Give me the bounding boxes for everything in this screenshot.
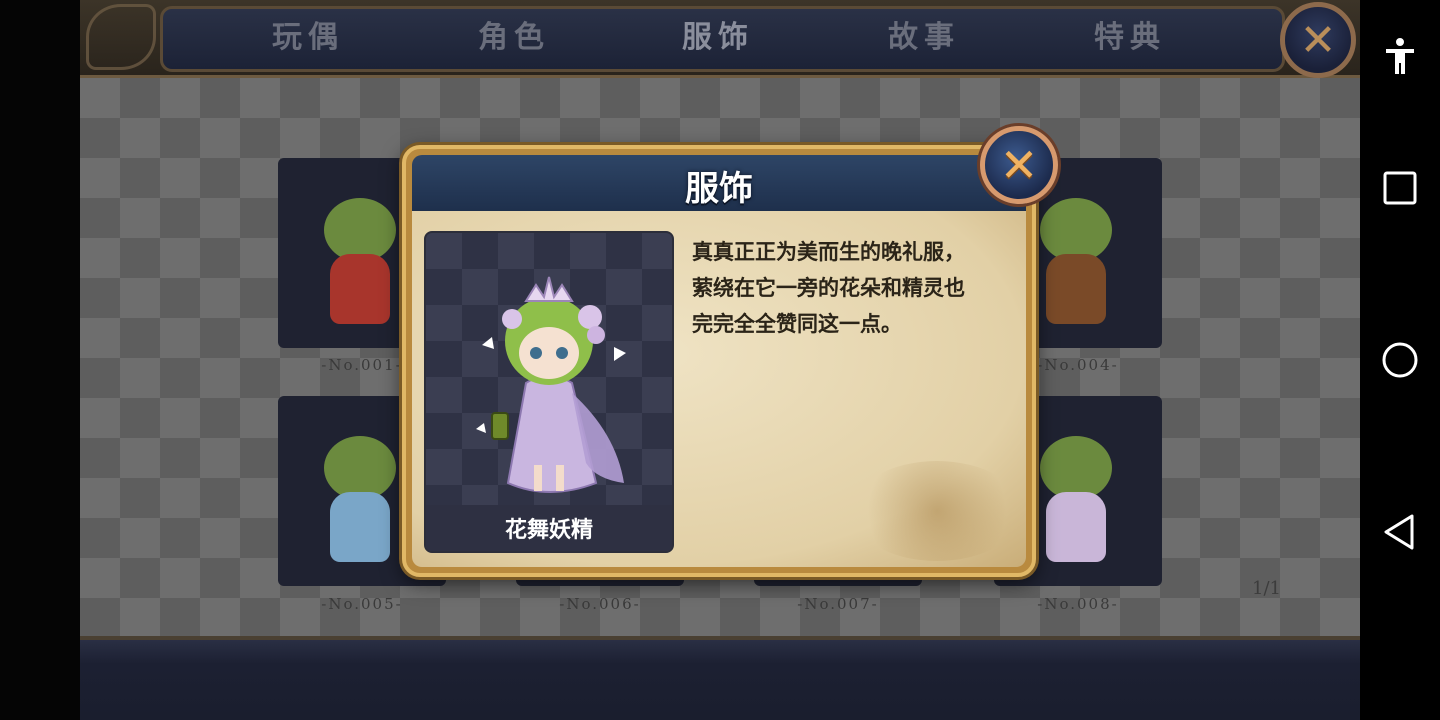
tab-bar: 玩偶 角色 服饰 故事 特典 ✕ — [80, 0, 1360, 78]
costume-thumbnail-body — [1046, 492, 1106, 562]
tab-dolls[interactable]: 玩偶 — [228, 18, 388, 58]
dialog-close-button[interactable]: ✕ — [980, 126, 1058, 204]
costume-thumbnail-body — [1046, 254, 1106, 324]
tab-costumes[interactable]: 服饰 — [638, 18, 798, 58]
costume-thumbnail-body — [330, 492, 390, 562]
close-button[interactable]: ✕ — [1280, 2, 1356, 78]
costume-thumbnail-body — [330, 254, 390, 324]
system-nav-bar — [1360, 0, 1440, 720]
costume-thumbnail-head — [324, 198, 396, 262]
costume-number: -No.007- — [797, 595, 879, 613]
page-indicator: 1/1 — [1252, 578, 1281, 599]
tab-stories[interactable]: 故事 — [844, 18, 1004, 58]
costume-name: 花舞妖精 — [504, 518, 593, 543]
costume-portrait: 花舞妖精 — [424, 231, 674, 553]
costume-illustration — [476, 276, 626, 493]
recents-icon[interactable] — [1378, 166, 1422, 210]
tab-characters[interactable]: 角色 — [434, 18, 594, 58]
costume-number: -No.005- — [321, 595, 403, 613]
description-line: 真真正正为美而生的晚礼服， — [692, 240, 965, 264]
left-letterbox — [0, 0, 80, 720]
bottom-bar — [80, 636, 1360, 720]
costume-name-bar: 花舞妖精 — [426, 505, 672, 551]
description-line: 完完全全赞同这一点。 — [692, 312, 902, 336]
dialog-header: 服饰 — [412, 155, 1026, 215]
costume-description: 真真正正为美而生的晚礼服， 萦绕在它一旁的花朵和精灵也 完完全全赞同这一点。 — [692, 234, 1012, 342]
costume-number: -No.008- — [1037, 595, 1119, 613]
costume-thumbnail-head — [324, 436, 396, 500]
tab-bonus[interactable]: 特典 — [1050, 18, 1210, 58]
costume-thumbnail-head — [1040, 436, 1112, 500]
dialog-title: 服饰 — [685, 168, 753, 209]
costume-number: -No.006- — [559, 595, 641, 613]
back-icon[interactable] — [1378, 510, 1422, 554]
parchment-stain — [852, 461, 1022, 561]
screen: -No.001- -No.004- -No.005- -No.006- -No.… — [0, 0, 1440, 720]
close-icon: ✕ — [1299, 14, 1337, 66]
ornament-flourish — [86, 4, 156, 70]
accessibility-icon[interactable] — [1378, 34, 1422, 78]
description-line: 萦绕在它一旁的花朵和精灵也 — [692, 276, 965, 300]
costume-thumbnail-head — [1040, 198, 1112, 262]
home-icon[interactable] — [1378, 338, 1422, 382]
close-icon: ✕ — [999, 138, 1039, 192]
